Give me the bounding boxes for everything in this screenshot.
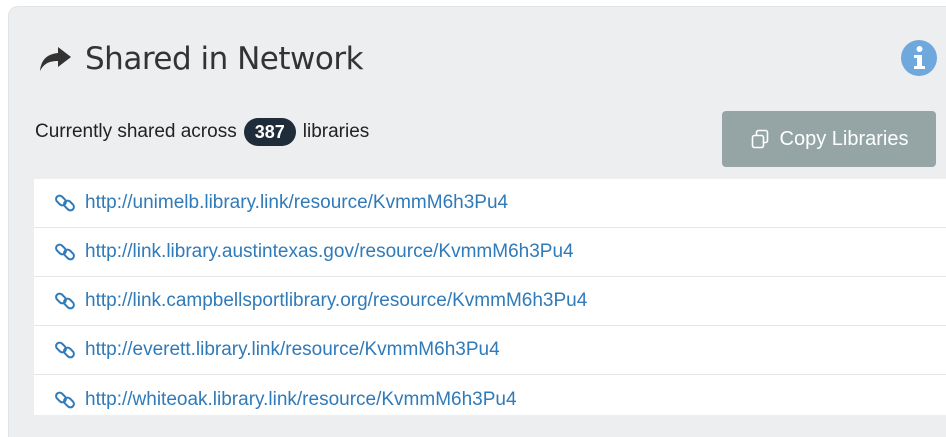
info-circle-icon[interactable] [900, 39, 938, 77]
library-count-badge: 387 [243, 118, 296, 146]
library-link-text[interactable]: http://link.library.austintexas.gov/reso… [85, 241, 574, 263]
shared-in-network-panel: Shared in Network Currently shared acros… [8, 6, 946, 437]
panel-title: Shared in Network [85, 41, 364, 77]
copy-libraries-label: Copy Libraries [779, 127, 909, 150]
shared-count-line: Currently shared across 387 libraries [35, 118, 369, 146]
library-link-text[interactable]: http://link.campbellsportlibrary.org/res… [85, 290, 587, 312]
shared-suffix-text: libraries [302, 121, 370, 142]
library-link-item[interactable]: http://link.library.austintexas.gov/reso… [34, 228, 946, 277]
copy-libraries-button[interactable]: Copy Libraries [722, 111, 936, 167]
library-link-text[interactable]: http://everett.library.link/resource/Kvm… [85, 339, 500, 361]
library-link-item[interactable]: http://unimelb.library.link/resource/Kvm… [34, 179, 946, 228]
copy-icon [751, 129, 768, 149]
link-icon [55, 292, 75, 310]
share-arrow-icon [40, 47, 71, 71]
link-icon [55, 341, 75, 359]
library-link-item[interactable]: http://whiteoak.library.link/resource/Kv… [34, 375, 946, 415]
library-links-list: http://unimelb.library.link/resource/Kvm… [34, 179, 946, 415]
shared-prefix-text: Currently shared across [35, 121, 237, 142]
library-link-item[interactable]: http://link.campbellsportlibrary.org/res… [34, 277, 946, 326]
library-link-text[interactable]: http://whiteoak.library.link/resource/Kv… [85, 389, 517, 411]
panel-header: Shared in Network [37, 39, 364, 79]
link-icon [55, 391, 75, 408]
link-icon [55, 194, 75, 212]
link-icon [55, 243, 75, 261]
library-link-text[interactable]: http://unimelb.library.link/resource/Kvm… [85, 192, 508, 214]
library-link-item[interactable]: http://everett.library.link/resource/Kvm… [34, 326, 946, 375]
